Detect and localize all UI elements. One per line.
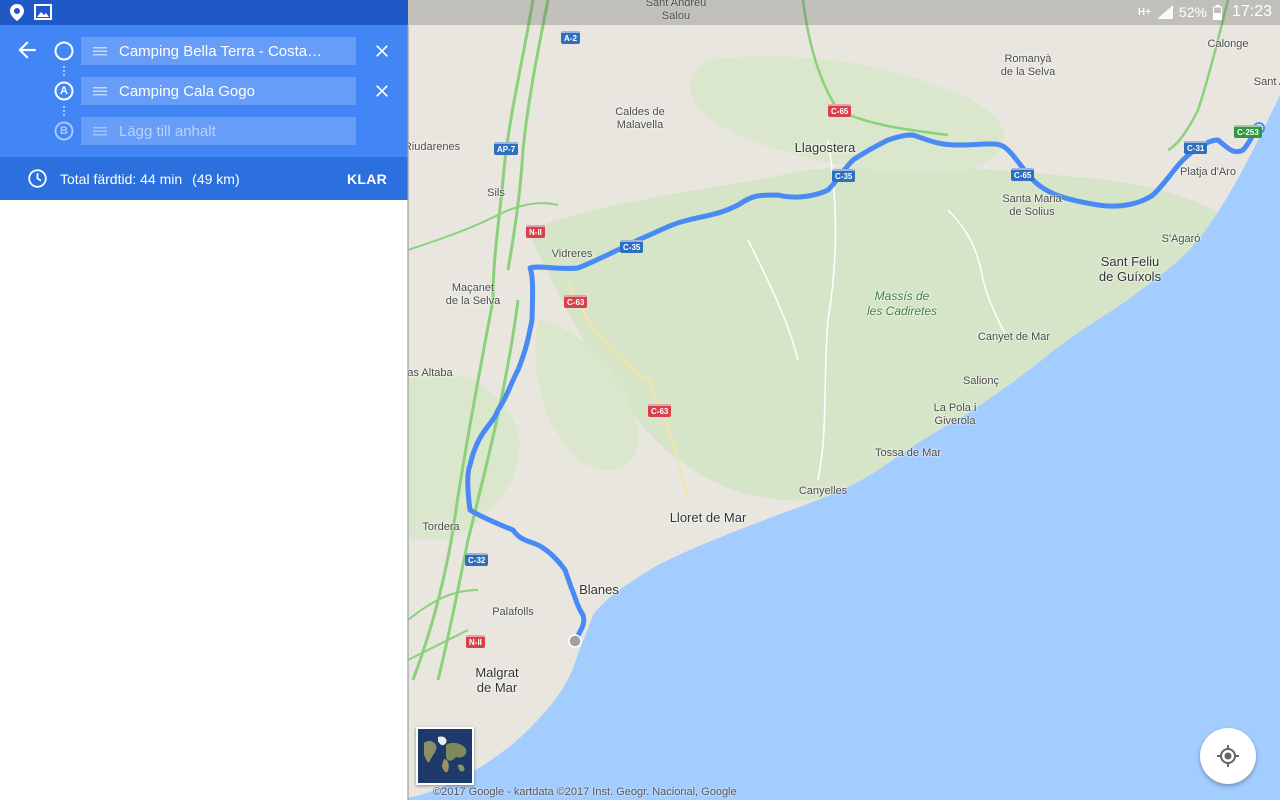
network-type: H+ bbox=[1137, 6, 1151, 18]
stop-a-field[interactable]: Camping Cala Gogo bbox=[81, 77, 356, 105]
road-shield: C-65 bbox=[828, 104, 852, 117]
place-label: Romanyà de la Selva bbox=[1000, 53, 1056, 78]
road-shield: A-2 bbox=[561, 31, 580, 44]
drag-handle-icon[interactable] bbox=[93, 86, 107, 96]
battery-percent: 52% bbox=[1178, 4, 1207, 20]
road-shield: C-35 bbox=[832, 169, 856, 182]
place-label: Vidreres bbox=[551, 248, 593, 260]
place-label: Llagostera bbox=[794, 140, 856, 155]
clock-time: 17:23 bbox=[1231, 3, 1272, 20]
place-label: Santa Maria de Solius bbox=[1002, 193, 1062, 218]
total-distance: (49 km) bbox=[192, 171, 240, 187]
arrow-back-icon[interactable] bbox=[14, 37, 40, 63]
place-label: S'Agaró bbox=[1161, 233, 1201, 245]
add-stop-placeholder: Lägg till anhalt bbox=[119, 122, 216, 140]
map-copyright: ©2017 Google - kartdata ©2017 Inst. Geog… bbox=[433, 786, 737, 798]
origin-field[interactable]: Camping Bella Terra - Costa… bbox=[81, 37, 356, 65]
road-shield: C-31 bbox=[1184, 141, 1208, 154]
location-pin-icon bbox=[10, 4, 24, 21]
map-base bbox=[408, 0, 1280, 800]
place-label: Canyet de Mar bbox=[977, 331, 1051, 343]
close-icon[interactable] bbox=[372, 81, 392, 101]
place-label: Tordera bbox=[422, 521, 460, 533]
route-summary-bar: Total färdtid: 44 min (49 km) KLAR bbox=[0, 157, 408, 200]
place-label: La Pola i Giverola bbox=[933, 402, 977, 427]
directions-panel: Camping Bella Terra - Costa… A Camping C… bbox=[0, 25, 408, 157]
road-shield: N-II bbox=[466, 635, 485, 648]
place-label: Caldes de Malavella bbox=[615, 106, 665, 131]
place-label: Riudarenes bbox=[408, 141, 461, 153]
status-bar: H+ 52% 17:23 bbox=[0, 0, 1280, 25]
close-icon[interactable] bbox=[372, 41, 392, 61]
drag-handle-icon[interactable] bbox=[93, 46, 107, 56]
road-shield: N-II bbox=[526, 225, 545, 238]
place-label: as Altaba bbox=[408, 367, 453, 379]
place-label: Sant Feliu de Guíxols bbox=[1098, 254, 1162, 284]
stop-b-marker: B bbox=[52, 119, 76, 143]
stop-a-marker: A bbox=[52, 79, 76, 103]
stop-a-value: Camping Cala Gogo bbox=[119, 82, 255, 100]
connector-dots bbox=[63, 66, 65, 76]
place-label: Maçanet de la Selva bbox=[445, 282, 501, 307]
my-location-button[interactable] bbox=[1200, 728, 1256, 784]
connector-dots bbox=[63, 106, 65, 116]
road-shield: C-63 bbox=[648, 404, 672, 417]
place-label: Platja d'Aro bbox=[1180, 166, 1236, 178]
total-travel-time: Total färdtid: 44 min (49 km) bbox=[60, 171, 240, 187]
place-label: Tossa de Mar bbox=[874, 447, 942, 459]
my-location-icon bbox=[1217, 745, 1239, 767]
satellite-layer-icon bbox=[418, 729, 472, 783]
road-shield: C-32 bbox=[465, 553, 489, 566]
place-label: Salionç bbox=[962, 375, 1000, 387]
origin-value: Camping Bella Terra - Costa… bbox=[119, 42, 323, 60]
drag-handle-icon[interactable] bbox=[93, 126, 107, 136]
place-label: Blanes bbox=[579, 582, 619, 597]
place-label: Massís de les Cadiretes bbox=[866, 289, 938, 318]
place-label: Lloret de Mar bbox=[669, 510, 747, 525]
done-button[interactable]: KLAR bbox=[347, 171, 387, 187]
place-label: Palafolls bbox=[492, 606, 534, 618]
signal-icon bbox=[1156, 5, 1173, 19]
origin-circle-icon bbox=[54, 41, 74, 61]
image-icon bbox=[34, 4, 52, 20]
road-shield: C-35 bbox=[620, 240, 644, 253]
road-shield: C-65 bbox=[1011, 168, 1035, 181]
road-shield: AP-7 bbox=[494, 142, 519, 155]
place-label: Sant A bbox=[1253, 76, 1280, 88]
map-view[interactable]: Sant Andreu Salou Calonge Romanyà de la Se… bbox=[408, 0, 1280, 800]
place-label: Sils bbox=[487, 187, 505, 199]
directions-list-area bbox=[0, 200, 408, 800]
origin-marker bbox=[568, 634, 582, 648]
panel-divider bbox=[407, 25, 409, 800]
place-label: Malgrat de Mar bbox=[475, 665, 519, 695]
battery-icon bbox=[1212, 4, 1222, 20]
road-shield: C-253 bbox=[1234, 125, 1262, 138]
place-label: Calonge bbox=[1207, 38, 1249, 50]
clock-icon bbox=[28, 169, 47, 188]
place-label: Canyelles bbox=[798, 485, 848, 497]
satellite-layer-button[interactable] bbox=[416, 727, 474, 785]
road-shield: C-63 bbox=[564, 295, 588, 308]
add-stop-field[interactable]: Lägg till anhalt bbox=[81, 117, 356, 145]
